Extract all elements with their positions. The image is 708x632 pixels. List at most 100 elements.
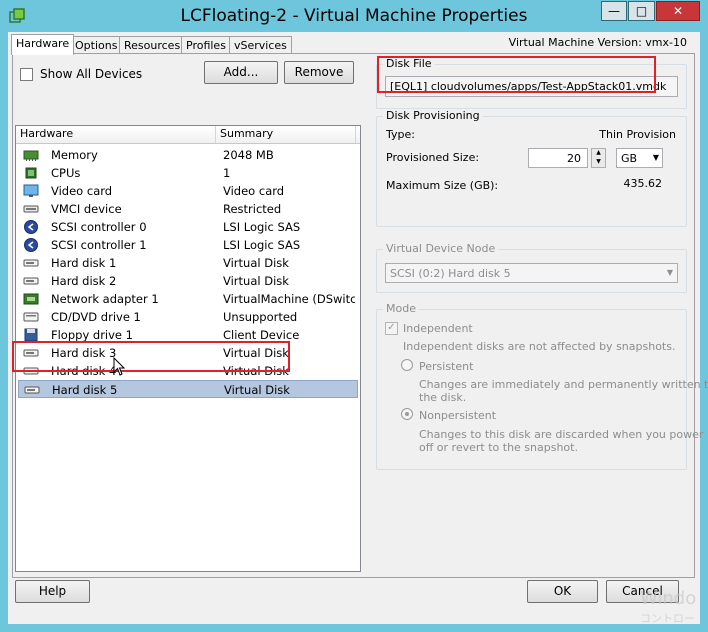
type-label: Type:	[386, 128, 415, 141]
windows-activation-watermark-sub: コントロー	[640, 612, 695, 625]
show-all-devices-checkbox[interactable]	[20, 68, 33, 81]
device-summary: Virtual Disk	[223, 274, 289, 288]
memory-icon	[23, 150, 39, 161]
nonpersistent-description-line2: off or revert to the snapshot.	[419, 441, 578, 454]
windows-activation-watermark: Windo	[640, 588, 697, 609]
network-adapter-icon	[23, 293, 39, 305]
column-separator[interactable]	[355, 126, 356, 143]
vmci-device-icon	[23, 205, 39, 213]
device-summary: Virtual Disk	[223, 256, 289, 270]
device-row[interactable]: CPUs 1	[18, 164, 358, 182]
device-row[interactable]: SCSI controller 1 LSI Logic SAS	[18, 236, 358, 254]
checkmark-icon: ✓	[387, 322, 396, 333]
tab-profiles[interactable]: Profiles	[181, 36, 231, 54]
device-name: Hard disk 5	[52, 383, 118, 397]
size-unit-select[interactable]: GB ▼	[616, 148, 663, 168]
title-bar[interactable]: LCFloating-2 - Virtual Machine Propertie…	[0, 0, 708, 32]
tab-options[interactable]: Options	[70, 36, 123, 54]
floppy-icon	[24, 328, 38, 342]
max-size-label: Maximum Size (GB):	[386, 179, 499, 192]
virtual-device-node-group-label: Virtual Device Node	[383, 242, 499, 255]
device-row[interactable]: VMCI device Restricted	[18, 200, 358, 218]
persistent-radio[interactable]	[401, 359, 413, 371]
scsi-controller-icon	[24, 238, 38, 252]
independent-label[interactable]: Independent	[403, 322, 473, 335]
device-row[interactable]: Video card Video card	[18, 182, 358, 200]
properties-window: LCFloating-2 - Virtual Machine Propertie…	[0, 0, 708, 632]
highlight-hard-disk-5-box	[12, 341, 290, 372]
minimize-button[interactable]: —	[601, 1, 627, 21]
maximize-icon: □	[635, 4, 648, 18]
device-row[interactable]: CD/DVD drive 1 Unsupported	[18, 308, 358, 326]
type-value: Thin Provision	[599, 128, 676, 141]
device-name: Memory	[51, 148, 98, 162]
virtual-device-node-select[interactable]: SCSI (0:2) Hard disk 5 ▼	[385, 263, 678, 283]
nonpersistent-description-line1: Changes to this disk are discarded when …	[419, 428, 704, 441]
device-list-header: Hardware Summary	[16, 126, 360, 144]
size-unit-value: GB	[621, 152, 638, 165]
hard-disk-icon	[24, 386, 40, 394]
column-separator[interactable]	[215, 126, 216, 143]
tab-resources[interactable]: Resources	[119, 36, 186, 54]
device-name: Hard disk 2	[51, 274, 117, 288]
tab-vservices[interactable]: vServices	[229, 36, 292, 54]
mouse-cursor-icon	[113, 357, 125, 376]
device-name: SCSI controller 0	[51, 220, 147, 234]
cpu-icon	[25, 167, 37, 179]
vm-version-label: Virtual Machine Version: vmx-10	[508, 36, 687, 49]
device-summary: VirtualMachine (DSwitc...	[223, 292, 355, 306]
device-name: Network adapter 1	[51, 292, 159, 306]
device-summary: Unsupported	[223, 310, 298, 324]
provisioned-size-label: Provisioned Size:	[386, 151, 480, 164]
ok-button[interactable]: OK	[527, 580, 598, 603]
device-summary: Client Device	[223, 328, 300, 342]
device-summary: 2048 MB	[223, 148, 274, 162]
max-size-value: 435.62	[623, 177, 663, 190]
device-summary: Virtual Disk	[224, 383, 290, 397]
provisioned-size-input[interactable]: 20	[528, 148, 588, 168]
provisioned-size-stepper[interactable]: ▲ ▼	[591, 148, 606, 168]
chevron-down-icon: ▼	[652, 153, 659, 162]
stepper-down-icon[interactable]: ▼	[592, 158, 605, 167]
device-summary: LSI Logic SAS	[223, 220, 301, 234]
disk-provisioning-group-label: Disk Provisioning	[383, 109, 483, 122]
chevron-down-icon: ▼	[666, 268, 673, 277]
persistent-label[interactable]: Persistent	[419, 360, 473, 373]
persistent-description-line1: Changes are immediately and permanently …	[419, 378, 708, 391]
nonpersistent-radio[interactable]	[401, 408, 413, 420]
add-device-button[interactable]: Add...	[204, 61, 278, 84]
device-name: SCSI controller 1	[51, 238, 147, 252]
hard-disk-icon	[23, 259, 39, 267]
device-summary: 1	[223, 166, 231, 180]
cd-dvd-icon	[23, 312, 39, 322]
hardware-tab-panel: Show All Devices Add... Remove Hardware …	[12, 53, 708, 578]
device-name: VMCI device	[51, 202, 122, 216]
maximize-button[interactable]: □	[628, 1, 655, 21]
device-row[interactable]: SCSI controller 0 LSI Logic SAS	[18, 218, 358, 236]
show-all-devices-label[interactable]: Show All Devices	[40, 67, 142, 81]
device-row[interactable]: Hard disk 1 Virtual Disk	[18, 254, 358, 272]
device-row[interactable]: Network adapter 1 VirtualMachine (DSwitc.…	[18, 290, 358, 308]
virtual-device-node-group: Virtual Device Node SCSI (0:2) Hard disk…	[376, 242, 687, 293]
independent-checkbox[interactable]: ✓	[385, 322, 398, 335]
device-row[interactable]: Hard disk 2 Virtual Disk	[18, 272, 358, 290]
device-name: Floppy drive 1	[51, 328, 133, 342]
close-icon: ✕	[672, 4, 684, 18]
help-button[interactable]: Help	[15, 580, 90, 603]
close-button[interactable]: ✕	[656, 1, 700, 21]
dialog-client-area: Hardware Options Resources Profiles vSer…	[8, 32, 708, 624]
persistent-description-line2: the disk.	[419, 391, 467, 404]
nonpersistent-label[interactable]: Nonpersistent	[419, 409, 496, 422]
device-summary: Restricted	[223, 202, 282, 216]
independent-description: Independent disks are not affected by sn…	[403, 340, 676, 353]
highlight-disk-file-box	[377, 56, 656, 93]
column-header-hardware[interactable]: Hardware	[20, 127, 73, 140]
column-header-summary[interactable]: Summary	[220, 127, 273, 140]
stepper-up-icon[interactable]: ▲	[592, 149, 605, 158]
device-row[interactable]: Memory 2048 MB	[18, 146, 358, 164]
mode-group-label: Mode	[383, 302, 419, 315]
remove-device-button[interactable]: Remove	[284, 61, 354, 84]
device-row[interactable]: Hard disk 5 Virtual Disk	[18, 380, 358, 398]
device-name: Hard disk 1	[51, 256, 117, 270]
tab-hardware[interactable]: Hardware	[11, 34, 75, 55]
